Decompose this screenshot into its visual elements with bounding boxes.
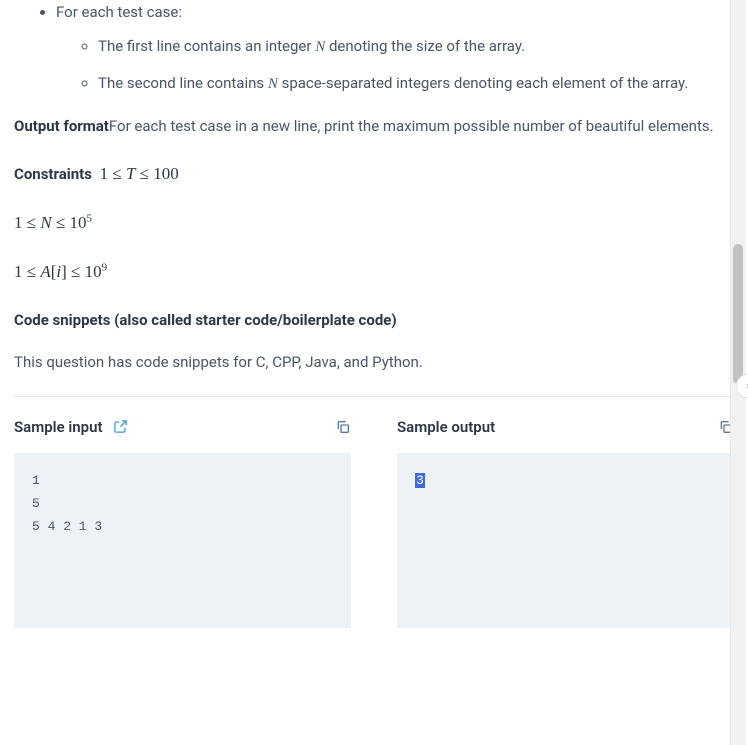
constraint-t: 1 ≤ T ≤ 100 [100, 164, 179, 183]
divider [14, 396, 734, 397]
snippets-text: This question has code snippets for C, C… [14, 350, 734, 374]
list-item: The first line contains an integer N den… [98, 34, 734, 59]
sample-input-label: Sample input [14, 415, 103, 439]
variable-n: N [268, 76, 278, 92]
copy-icon[interactable] [335, 419, 351, 435]
constraints-heading: Constraints [14, 165, 92, 183]
output-format-section: Output formatFor each test case in a new… [14, 114, 734, 138]
constraint-n: 1 ≤ N ≤ 105 [14, 209, 734, 236]
sample-input-box: 1 5 5 4 2 1 3 [14, 453, 351, 628]
export-icon[interactable] [113, 419, 128, 434]
sample-output-column: Sample output 3 [397, 415, 734, 628]
snippets-heading: Code snippets (also called starter code/… [14, 308, 734, 332]
sample-output-box: 3 [397, 453, 734, 628]
output-format-heading: Output format [14, 117, 109, 135]
constraints-section: Constraints 1 ≤ T ≤ 100 [14, 160, 734, 187]
sample-output-label: Sample output [397, 415, 495, 439]
list-text: For each test case: [56, 3, 182, 21]
input-format-list: For each test case: The first line conta… [14, 0, 734, 96]
sample-output-value: 3 [415, 473, 425, 488]
variable-n: N [315, 39, 325, 55]
output-format-text: For each test case in a new line, print … [109, 117, 714, 135]
sample-input-header: Sample input [14, 415, 351, 439]
list-item: The second line contains N space-separat… [98, 71, 734, 96]
samples-container: Sample input 1 5 5 4 2 1 3 Sample output [14, 415, 734, 628]
scrollbar-track[interactable] [730, 0, 746, 745]
constraint-a: 1 ≤ A[i] ≤ 109 [14, 258, 734, 285]
sub-list: The first line contains an integer N den… [56, 34, 734, 96]
scrollbar-thumb[interactable] [733, 244, 743, 384]
list-item: For each test case: The first line conta… [56, 0, 734, 96]
sample-output-header: Sample output [397, 415, 734, 439]
sample-input-column: Sample input 1 5 5 4 2 1 3 [14, 415, 351, 628]
